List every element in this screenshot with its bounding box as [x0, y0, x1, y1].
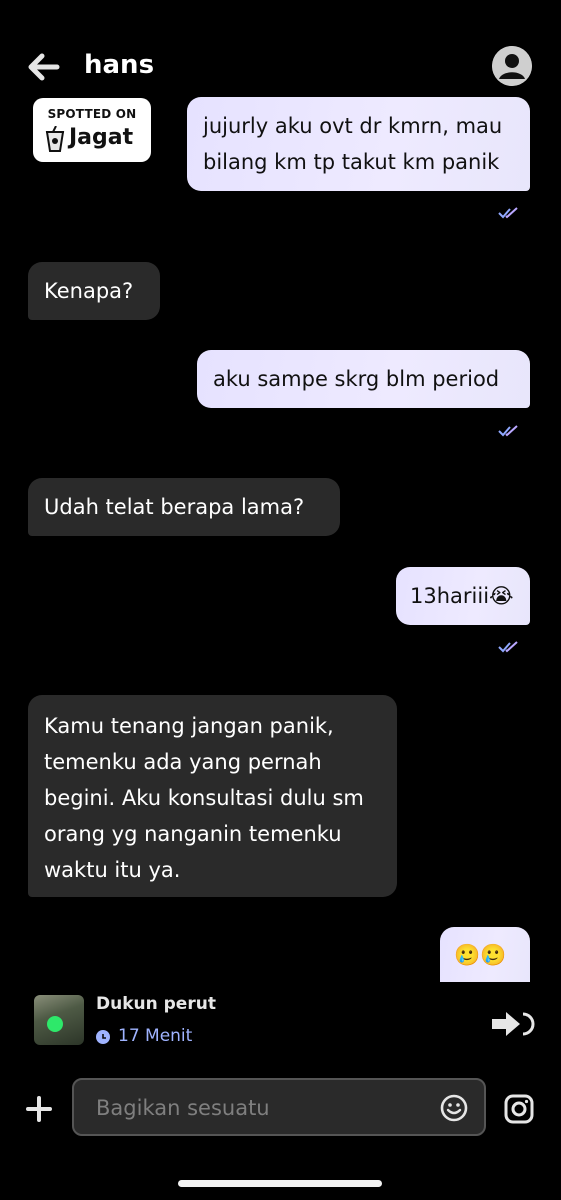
enter-arrow-icon[interactable]	[490, 1008, 536, 1040]
message-line: Udah telat berapa lama?	[44, 495, 305, 519]
read-receipt-icon	[498, 207, 518, 219]
message-bubble-outgoing[interactable]: 🥲🥲	[440, 927, 530, 982]
message-line: 13hariii😭	[410, 584, 514, 608]
message-bubble-outgoing[interactable]: 13hariii😭	[396, 567, 530, 625]
message-line: 🥲🥲	[454, 943, 507, 967]
message-bubble-incoming[interactable]: Udah telat berapa lama?	[28, 478, 340, 536]
home-indicator	[178, 1180, 382, 1187]
online-indicator	[47, 1016, 63, 1032]
camera-icon[interactable]	[504, 1094, 534, 1124]
badge-label: SPOTTED ON	[47, 107, 137, 121]
message-line: bilang km tp takut km panik	[203, 150, 500, 174]
read-receipt-icon	[498, 425, 518, 437]
profile-icon[interactable]	[492, 46, 532, 86]
emoji-icon[interactable]	[440, 1094, 468, 1122]
cup-icon	[45, 126, 65, 152]
status-name: Dukun perut	[96, 994, 216, 1014]
message-line: jujurly aku ovt dr kmrn, mau	[203, 114, 503, 138]
message-line: Kenapa?	[44, 279, 134, 303]
message-bubble-outgoing[interactable]: aku sampe skrg blm period	[197, 350, 530, 408]
status-time: 17 Menit	[118, 1026, 193, 1046]
message-line: aku sampe skrg blm period	[213, 367, 500, 391]
message-bubble-outgoing[interactable]: jujurly aku ovt dr kmrn, mau bilang km t…	[187, 97, 530, 191]
message-bubble-incoming[interactable]: Kenapa?	[28, 262, 160, 320]
avatar[interactable]	[34, 995, 84, 1045]
badge-brand: Jagat	[69, 125, 134, 150]
message-line: orang yg nanganin temenku	[44, 822, 342, 846]
clock-icon	[96, 1030, 110, 1044]
message-line: Kamu tenang jangan panik,	[44, 714, 334, 738]
back-arrow-icon[interactable]	[28, 52, 60, 82]
message-bubble-incoming[interactable]: Kamu tenang jangan panik, temenku ada ya…	[28, 695, 397, 897]
read-receipt-icon	[498, 641, 518, 653]
message-line: begini. Aku konsultasi dulu sm	[44, 786, 364, 810]
message-input[interactable]	[94, 1092, 418, 1124]
message-line: temenku ada yang pernah	[44, 750, 322, 774]
message-composer	[72, 1078, 486, 1136]
add-icon[interactable]	[26, 1096, 52, 1122]
chat-title: hans	[84, 50, 155, 80]
spotted-on-badge: SPOTTED ON Jagat	[33, 98, 151, 162]
message-line: waktu itu ya.	[44, 858, 181, 882]
